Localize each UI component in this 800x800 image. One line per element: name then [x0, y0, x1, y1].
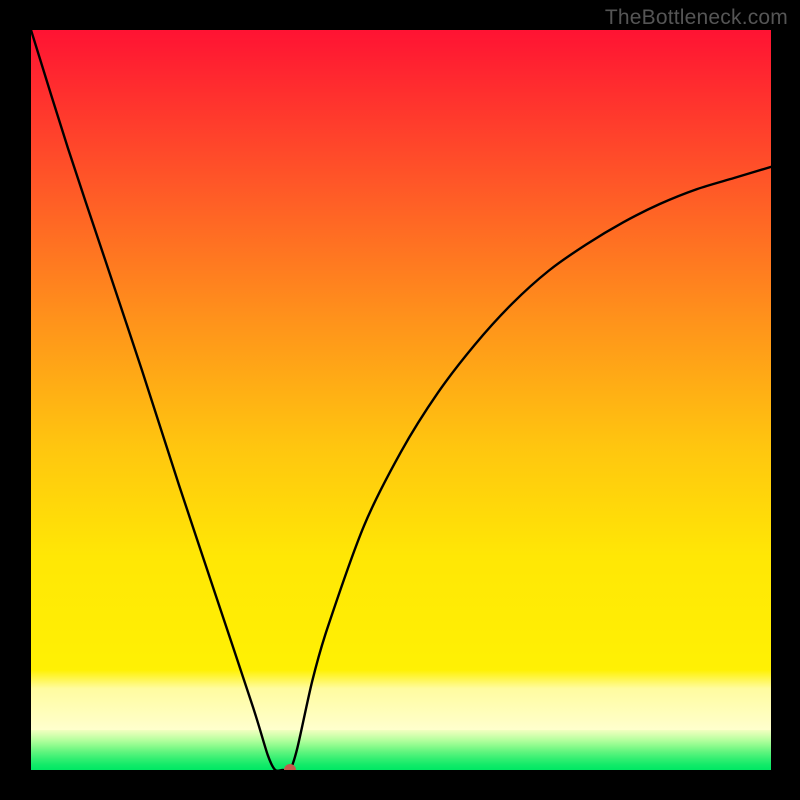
bottleneck-curve	[31, 30, 771, 770]
plot-area	[31, 30, 771, 770]
chart-frame: TheBottleneck.com	[0, 0, 800, 800]
optimal-point-marker	[284, 764, 296, 770]
watermark-text: TheBottleneck.com	[605, 6, 788, 30]
